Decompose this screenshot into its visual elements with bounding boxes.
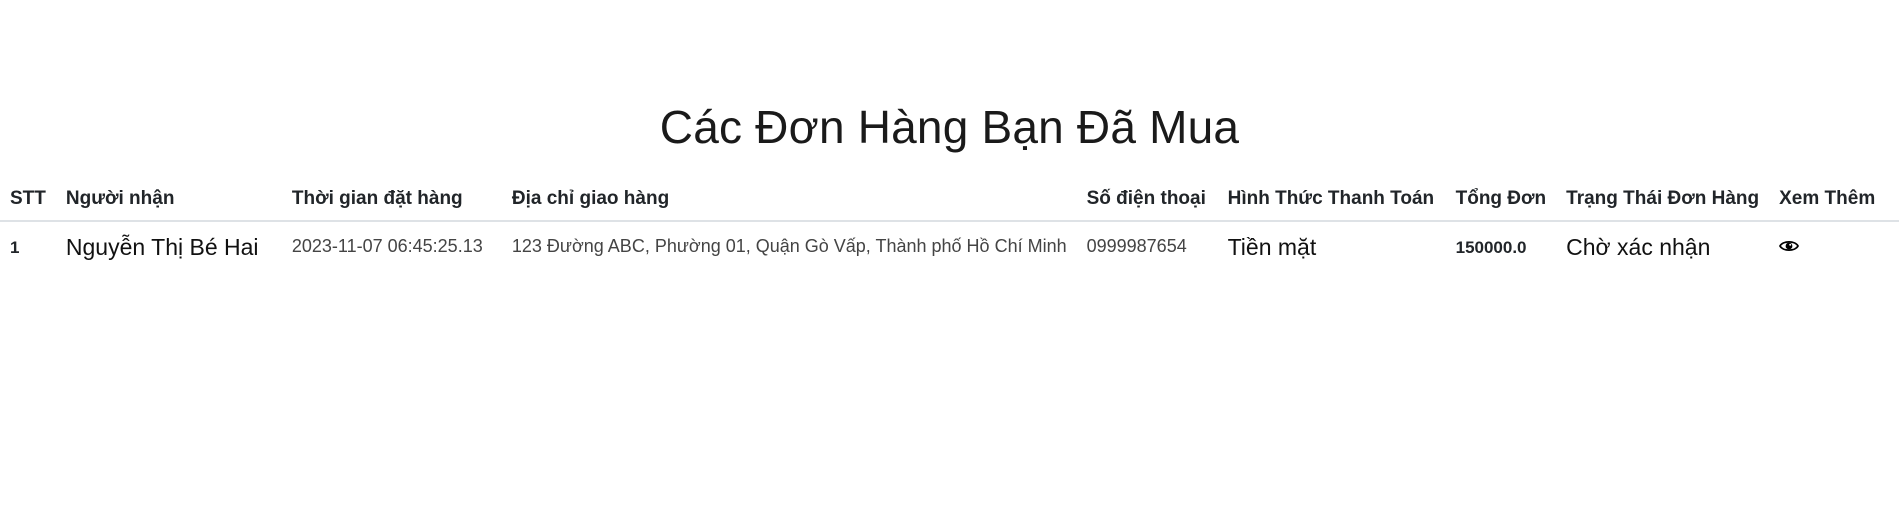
- orders-table-header: STT Người nhận Thời gian đặt hàng Địa ch…: [0, 180, 1899, 222]
- header-view-more: Xem Thêm: [1769, 180, 1899, 222]
- row-total: 150000.0: [1455, 238, 1527, 257]
- header-total: Tổng Đơn: [1445, 180, 1557, 222]
- table-row: 1 Nguyễn Thị Bé Hai 2023-11-07 06:45:25.…: [0, 221, 1899, 273]
- header-address: Địa chỉ giao hàng: [501, 180, 1077, 222]
- header-recipient: Người nhận: [55, 180, 282, 222]
- orders-table-body: 1 Nguyễn Thị Bé Hai 2023-11-07 06:45:25.…: [0, 221, 1899, 273]
- header-stt: STT: [0, 180, 56, 222]
- orders-page: Các Đơn Hàng Bạn Đã Mua STT Người nhận T…: [0, 0, 1899, 532]
- header-status: Trạng Thái Đơn Hàng: [1556, 180, 1770, 222]
- header-payment: Hình Thức Thanh Toán: [1217, 180, 1446, 222]
- eye-icon[interactable]: [1779, 238, 1800, 254]
- header-order-time: Thời gian đặt hàng: [281, 180, 502, 222]
- row-recipient: Nguyễn Thị Bé Hai: [65, 234, 259, 260]
- header-phone: Số điện thoại: [1076, 180, 1218, 222]
- orders-table: STT Người nhận Thời gian đặt hàng Địa ch…: [0, 180, 1899, 273]
- row-status: Chờ xác nhận: [1566, 234, 1711, 260]
- page-title: Các Đơn Hàng Bạn Đã Mua: [659, 101, 1240, 153]
- row-view-more[interactable]: [1769, 221, 1899, 273]
- row-phone: 0999987654: [1086, 236, 1187, 256]
- header-row: STT Người nhận Thời gian đặt hàng Địa ch…: [0, 180, 1899, 222]
- row-order-time: 2023-11-07 06:45:25.13: [291, 236, 483, 256]
- row-payment: Tiền mặt: [1227, 234, 1317, 260]
- row-stt: 1: [10, 238, 20, 257]
- row-address: 123 Đường ABC, Phường 01, Quận Gò Vấp, T…: [511, 236, 1067, 256]
